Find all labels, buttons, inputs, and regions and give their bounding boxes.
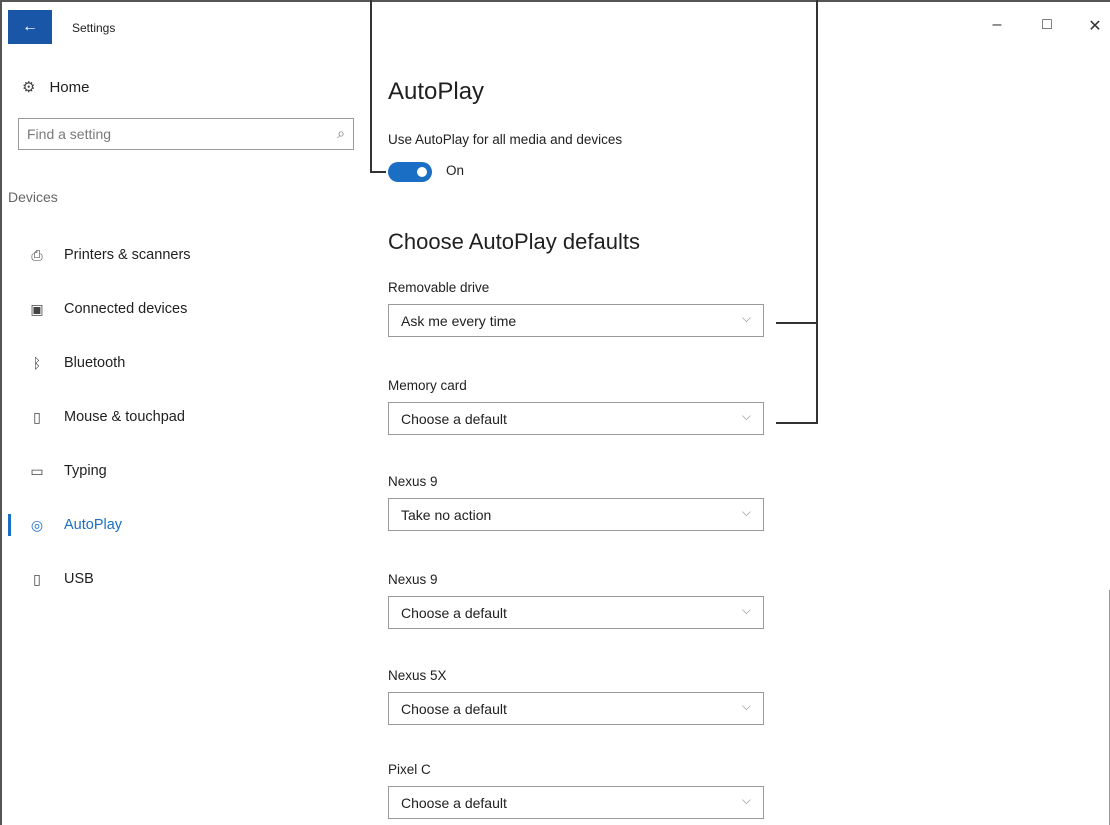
device-label: Nexus 5X <box>388 668 447 683</box>
device-setting: Nexus 9 Choose a default ⌵ <box>388 572 768 629</box>
sidebar-item-label: Typing <box>64 463 107 479</box>
gear-icon: ⚙ <box>22 79 36 96</box>
autoplay-icon: ◎ <box>30 516 44 533</box>
sidebar-item-usb[interactable]: ▯ USB <box>2 552 362 606</box>
select-value: Choose a default <box>401 410 507 427</box>
chevron-down-icon: ⌵ <box>741 603 751 617</box>
chevron-down-icon: ⌵ <box>741 409 751 423</box>
sidebar-item-connected-devices[interactable]: ▣ Connected devices <box>2 282 362 336</box>
sidebar-item-label: Mouse & touchpad <box>64 409 185 425</box>
sidebar-item-label: AutoPlay <box>64 517 123 533</box>
search-placeholder: Find a setting <box>27 126 112 142</box>
toggle-label: Use AutoPlay for all media and devices <box>388 132 623 147</box>
sidebar: ⚙ Home Find a setting ⌕ Devices ⎙ Printe… <box>2 48 362 825</box>
autoplay-toggle[interactable] <box>388 162 432 182</box>
chevron-down-icon: ⌵ <box>741 311 751 325</box>
back-button[interactable]: ← <box>8 10 52 44</box>
chevron-down-icon: ⌵ <box>741 505 751 519</box>
sidebar-item-label: Printers & scanners <box>64 247 191 263</box>
toggle-knob <box>417 167 427 177</box>
device-setting: Pixel C Choose a default ⌵ <box>388 762 768 819</box>
mouse-icon: ▯ <box>33 408 41 425</box>
device-label: Nexus 9 <box>388 572 438 587</box>
sidebar-item-autoplay[interactable]: ◎ AutoPlay <box>2 498 362 552</box>
usb-icon: ▯ <box>33 570 41 587</box>
callout-line <box>776 322 817 324</box>
device-label: Pixel C <box>388 762 431 777</box>
home-label: Home <box>49 78 90 96</box>
sidebar-item-label: Connected devices <box>64 301 188 317</box>
device-label: Nexus 9 <box>388 474 438 489</box>
device-label: Memory card <box>388 378 467 393</box>
main-content: AutoPlay Use AutoPlay for all media and … <box>386 48 1106 825</box>
device-label: Removable drive <box>388 280 490 295</box>
search-input[interactable]: Find a setting ⌕ <box>18 118 354 150</box>
callout-line <box>816 0 818 424</box>
callout-line <box>370 171 386 173</box>
device-setting: Memory card Choose a default ⌵ <box>388 378 768 435</box>
minimize-button[interactable]: – <box>982 16 1012 34</box>
autoplay-select[interactable]: Choose a default ⌵ <box>388 596 764 629</box>
connected-devices-icon: ▣ <box>30 300 44 317</box>
toggle-state: On <box>446 163 465 178</box>
device-setting: Nexus 9 Take no action ⌵ <box>388 474 768 531</box>
select-value: Choose a default <box>401 794 507 811</box>
select-value: Ask me every time <box>401 312 517 329</box>
home-link[interactable]: ⚙ Home <box>22 78 90 97</box>
back-arrow-icon: ← <box>22 18 38 35</box>
chevron-down-icon: ⌵ <box>741 793 751 807</box>
close-button[interactable]: ✕ <box>1080 16 1110 36</box>
autoplay-select[interactable]: Choose a default ⌵ <box>388 402 764 435</box>
section-label: Devices <box>8 189 58 205</box>
sidebar-item-label: USB <box>64 571 94 587</box>
page-title: AutoPlay <box>388 78 485 105</box>
callout-line <box>776 422 817 424</box>
keyboard-icon: ▭ <box>30 462 44 479</box>
select-value: Choose a default <box>401 604 507 621</box>
maximize-button[interactable]: □ <box>1032 16 1062 34</box>
autoplay-select[interactable]: Take no action ⌵ <box>388 498 764 531</box>
sidebar-item-typing[interactable]: ▭ Typing <box>2 444 362 498</box>
autoplay-select[interactable]: Ask me every time ⌵ <box>388 304 764 337</box>
nav-list: ⎙ Printers & scanners ▣ Connected device… <box>2 228 362 606</box>
search-icon: ⌕ <box>337 125 345 141</box>
app-title: Settings <box>72 21 116 35</box>
sidebar-item-bluetooth[interactable]: ᛒ Bluetooth <box>2 336 362 390</box>
section-title: Choose AutoPlay defaults <box>388 229 640 254</box>
chevron-down-icon: ⌵ <box>741 699 751 713</box>
bluetooth-icon: ᛒ <box>32 355 42 371</box>
active-indicator <box>8 514 11 536</box>
printer-icon: ⎙ <box>31 246 43 263</box>
title-bar: ← Settings – □ ✕ <box>2 2 1110 48</box>
autoplay-select[interactable]: Choose a default ⌵ <box>388 692 764 725</box>
sidebar-item-label: Bluetooth <box>64 355 126 371</box>
device-setting: Removable drive Ask me every time ⌵ <box>388 280 768 337</box>
select-value: Choose a default <box>401 700 507 717</box>
callout-line <box>370 0 372 172</box>
device-setting: Nexus 5X Choose a default ⌵ <box>388 668 768 725</box>
sidebar-item-mouse[interactable]: ▯ Mouse & touchpad <box>2 390 362 444</box>
select-value: Take no action <box>401 506 492 523</box>
sidebar-item-printers[interactable]: ⎙ Printers & scanners <box>2 228 362 282</box>
autoplay-select[interactable]: Choose a default ⌵ <box>388 786 764 819</box>
